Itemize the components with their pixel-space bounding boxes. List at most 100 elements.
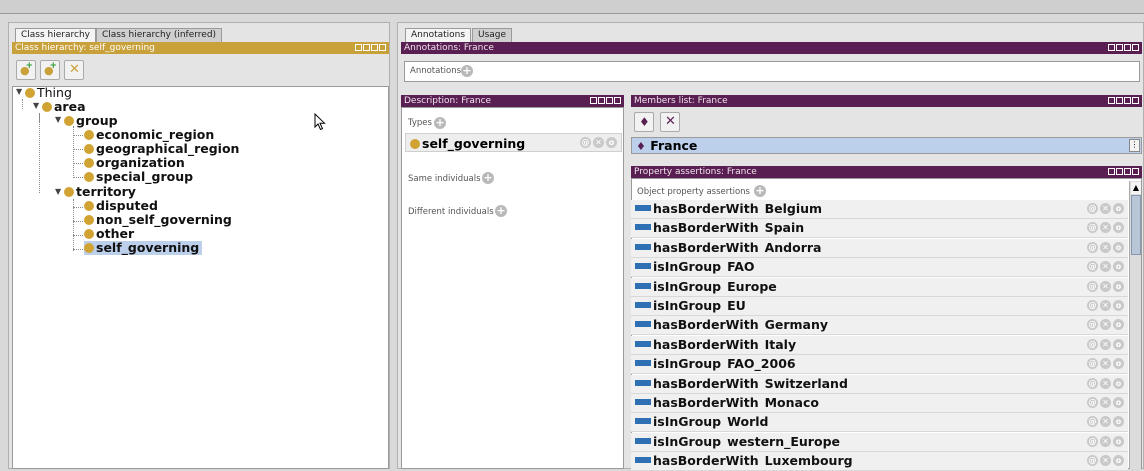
edit-icon[interactable]: o (1113, 455, 1124, 467)
edit-icon[interactable]: o (1113, 319, 1124, 331)
assertion-row[interactable]: isInGroup western_Europe @ ✕ o (631, 432, 1128, 452)
assertion-row-buttons[interactable]: @ ✕ o (1087, 338, 1124, 350)
window-controls[interactable] (1108, 168, 1139, 175)
annotate-icon[interactable]: @ (1087, 319, 1098, 331)
assertion-row[interactable]: hasBorderWith Monaco @ ✕ o (631, 394, 1128, 413)
annotate-icon[interactable]: @ (1087, 416, 1098, 428)
annotate-icon[interactable]: @ (1087, 261, 1098, 273)
assertion-row[interactable]: isInGroup Europe @ ✕ o (631, 277, 1128, 297)
assertion-row-buttons[interactable]: @ ✕ o (1087, 397, 1124, 408)
edit-icon[interactable]: o (1113, 397, 1124, 408)
annotate-icon[interactable]: @ (1087, 455, 1098, 467)
edit-icon[interactable]: o (1113, 203, 1124, 214)
annotate-icon[interactable]: @ (1087, 377, 1098, 389)
add-different-individual-icon[interactable]: + (495, 205, 507, 217)
annotate-icon[interactable]: @ (1087, 338, 1098, 350)
edit-icon[interactable]: o (1113, 241, 1124, 253)
annotate-icon[interactable]: @ (1087, 241, 1098, 253)
assertion-row[interactable]: hasBorderWith Andorra @ ✕ o (631, 238, 1128, 258)
tree-item-group[interactable]: group (64, 114, 118, 128)
scroll-up-arrow-icon[interactable]: ▲ (1131, 182, 1141, 194)
assertions-scrollbar[interactable]: ▲ (1129, 181, 1141, 469)
assertion-row-buttons[interactable]: @ ✕ o (1087, 416, 1124, 428)
annotate-icon[interactable]: @ (1087, 435, 1098, 447)
window-controls[interactable] (355, 44, 386, 51)
assertion-row-buttons[interactable]: @ ✕ o (1087, 319, 1124, 331)
delete-icon[interactable]: ✕ (1100, 377, 1111, 389)
delete-icon[interactable]: ✕ (1100, 416, 1111, 428)
assertion-row[interactable]: hasBorderWith Germany @ ✕ o (631, 316, 1128, 336)
window-controls[interactable] (590, 97, 621, 104)
edit-icon[interactable]: o (1113, 280, 1124, 292)
add-sibling-button[interactable]: ● + (40, 60, 60, 80)
edit-icon[interactable]: o (1113, 222, 1124, 234)
annotate-icon[interactable]: @ (1087, 358, 1098, 370)
expand-area-icon[interactable]: ▼ (33, 101, 39, 110)
edit-icon[interactable]: o (1113, 261, 1124, 273)
assertion-row[interactable]: isInGroup EU @ ✕ o (631, 297, 1128, 316)
tree-item-self-governing[interactable]: self_governing (84, 241, 203, 255)
tree-item-area[interactable]: area (42, 100, 86, 114)
tree-item-thing[interactable]: Thing (25, 86, 72, 100)
edit-icon[interactable]: o (1113, 300, 1124, 311)
window-controls[interactable] (1108, 97, 1139, 104)
assertion-row-buttons[interactable]: @ ✕ o (1087, 261, 1124, 273)
tab-usage[interactable]: Usage (472, 28, 513, 42)
delete-icon[interactable]: ✕ (1100, 455, 1111, 467)
delete-individual-button[interactable]: ✕ (660, 112, 680, 132)
annotate-icon[interactable]: @ (1087, 397, 1098, 408)
edit-icon[interactable]: o (1113, 435, 1124, 447)
assertion-row[interactable]: hasBorderWith Spain @ ✕ o (631, 219, 1128, 239)
delete-icon[interactable]: ✕ (1100, 435, 1111, 447)
assertion-row-buttons[interactable]: @ ✕ o (1087, 455, 1124, 467)
assertion-row-buttons[interactable]: @ ✕ o (1087, 358, 1124, 370)
assertion-row[interactable]: isInGroup World @ ✕ o (631, 413, 1128, 433)
delete-icon[interactable]: ✕ (1100, 338, 1111, 350)
add-annotation-icon[interactable]: + (461, 65, 473, 77)
type-row[interactable]: self_governing @ ✕ o (405, 133, 622, 152)
tree-item-special-group[interactable]: special_group (84, 170, 193, 184)
delete-icon[interactable]: ✕ (1100, 241, 1111, 253)
tree-item-disputed[interactable]: disputed (84, 199, 158, 213)
assertion-row-buttons[interactable]: @ ✕ o (1087, 241, 1124, 253)
window-controls[interactable] (1108, 44, 1139, 51)
annotate-icon[interactable]: @ (1087, 300, 1098, 311)
edit-icon[interactable]: o (1113, 358, 1124, 370)
assertion-row-buttons[interactable]: @ ✕ o (1087, 435, 1124, 447)
expand-territory-icon[interactable]: ▼ (55, 187, 61, 196)
delete-icon[interactable]: ✕ (1100, 300, 1111, 311)
assertion-row[interactable]: isInGroup FAO @ ✕ o (631, 258, 1128, 278)
assertion-row-buttons[interactable]: @ ✕ o (1087, 377, 1124, 389)
assertion-row[interactable]: hasBorderWith Switzerland @ ✕ o (631, 374, 1128, 394)
assertion-row[interactable]: hasBorderWith Luxembourg @ ✕ o (631, 452, 1128, 471)
add-object-property-icon[interactable]: + (754, 185, 766, 197)
delete-icon[interactable]: ✕ (1100, 203, 1111, 214)
delete-icon[interactable]: ✕ (1100, 319, 1111, 331)
delete-icon[interactable]: ✕ (1100, 222, 1111, 234)
add-individual-button[interactable]: ♦ (634, 112, 654, 132)
tree-item-geographical-region[interactable]: geographical_region (84, 142, 239, 156)
member-scroll-button[interactable]: ⋮ (1129, 139, 1140, 152)
tab-annotations[interactable]: Annotations (405, 28, 472, 42)
delete-icon[interactable]: ✕ (1100, 358, 1111, 370)
edit-icon[interactable]: o (1113, 377, 1124, 389)
tree-item-non-self-governing[interactable]: non_self_governing (84, 213, 232, 227)
assertion-row-buttons[interactable]: @ ✕ o (1087, 203, 1124, 214)
tree-item-territory[interactable]: territory (64, 185, 136, 199)
delete-class-button[interactable]: ✕ (64, 60, 84, 80)
assertion-row-buttons[interactable]: @ ✕ o (1087, 222, 1124, 234)
edit-icon[interactable]: o (1113, 338, 1124, 350)
add-type-icon[interactable]: + (434, 117, 446, 129)
tree-item-other[interactable]: other (84, 227, 134, 241)
delete-icon[interactable]: ✕ (1100, 280, 1111, 292)
scroll-thumb[interactable] (1131, 195, 1141, 255)
delete-icon[interactable]: ✕ (1100, 397, 1111, 408)
delete-icon[interactable]: ✕ (1100, 261, 1111, 273)
expand-group-icon[interactable]: ▼ (55, 115, 61, 124)
add-same-individual-icon[interactable]: + (482, 172, 494, 184)
annotate-icon[interactable]: @ (1087, 280, 1098, 292)
type-row-buttons[interactable]: @ ✕ o (580, 137, 617, 148)
tree-item-economic-region[interactable]: economic_region (84, 128, 214, 142)
add-subclass-button[interactable]: ● + (16, 60, 36, 80)
assertion-row-buttons[interactable]: @ ✕ o (1087, 280, 1124, 292)
